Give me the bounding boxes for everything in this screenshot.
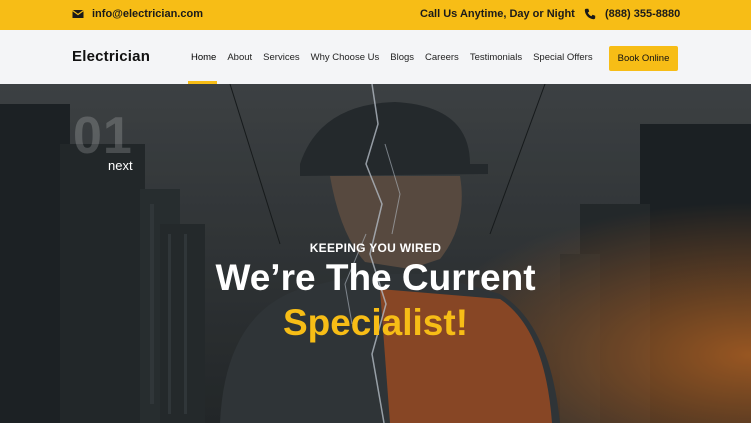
next-slide-button[interactable]: next (108, 158, 133, 173)
top-contact-bar: info@electrician.com Call Us Anytime, Da… (0, 0, 751, 30)
nav-why-choose-us[interactable]: Why Choose Us (311, 52, 380, 63)
call-anytime-text: Call Us Anytime, Day or Night (420, 8, 575, 20)
nav-careers[interactable]: Careers (425, 52, 459, 63)
envelope-icon (72, 10, 84, 18)
slide-number: 01 (73, 107, 133, 165)
hero-eyebrow: KEEPING YOU WIRED (309, 241, 442, 255)
nav-home[interactable]: Home (191, 52, 216, 63)
nav-testimonials[interactable]: Testimonials (470, 52, 522, 63)
phone-icon (584, 8, 596, 20)
hero-section: 01 next KEEPING YOU WIRED We’re The Curr… (0, 84, 751, 423)
site-logo[interactable]: Electrician (72, 48, 150, 65)
phone-contact[interactable]: (888) 355-8880 (584, 8, 680, 20)
nav-blogs[interactable]: Blogs (390, 52, 414, 63)
nav-services[interactable]: Services (263, 52, 299, 63)
nav-special-offers[interactable]: Special Offers (533, 52, 593, 63)
nav-about[interactable]: About (227, 52, 252, 63)
email-contact[interactable]: info@electrician.com (72, 8, 203, 20)
hero-headline: We’re The Current (215, 257, 536, 298)
site-header: Electrician Home About Services Why Choo… (0, 30, 751, 85)
hero-headline-highlight: Specialist! (282, 302, 469, 343)
main-nav: Home About Services Why Choose Us Blogs … (191, 52, 604, 63)
email-text: info@electrician.com (92, 8, 203, 20)
book-online-button[interactable]: Book Online (609, 46, 678, 71)
phone-text: (888) 355-8880 (605, 8, 681, 20)
